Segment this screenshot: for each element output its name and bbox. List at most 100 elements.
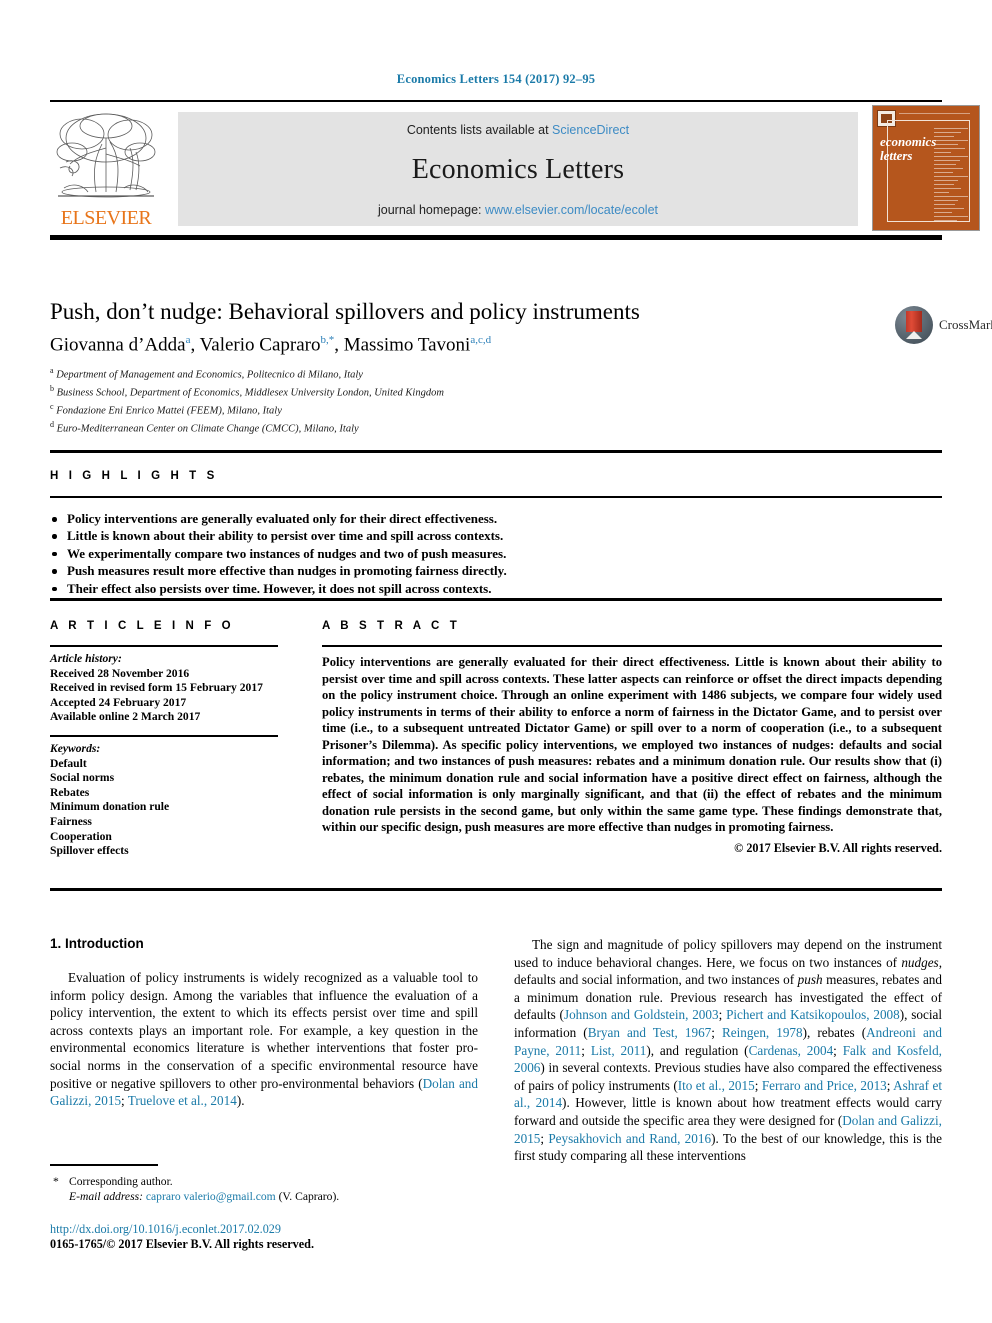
cover-title-line1: economics	[880, 134, 937, 149]
contents-label: Contents lists available at	[406, 123, 549, 137]
highlights-bottom-rule	[50, 598, 942, 601]
author-list: Giovanna d’Addaa, Valerio Caprarob,*, Ma…	[50, 334, 492, 356]
footnote-email-line: E-mail address: capraro valerio@gmail.co…	[50, 1189, 478, 1204]
cover-top-rule	[899, 113, 970, 114]
citation-link[interactable]: Ferraro and Price, 2013	[762, 1078, 887, 1093]
author-name: Giovanna d’Adda	[50, 334, 186, 356]
emphasis-push: push	[797, 972, 823, 988]
affiliation-mark: c	[50, 402, 54, 412]
citation-link[interactable]: Pichert and Katsikopoulos, 2008	[726, 1007, 900, 1022]
keywords-label: Keywords:	[50, 741, 101, 755]
citation-link[interactable]: Bryan and Test, 1967	[588, 1025, 712, 1040]
elsevier-tree-icon	[52, 108, 160, 204]
masthead-top-rule	[50, 100, 942, 102]
paragraph-text: ), rebates (	[802, 1024, 867, 1040]
list-item: We experimentally compare two instances …	[50, 545, 942, 562]
paragraph-text: Evaluation of policy instruments is wide…	[50, 970, 478, 1091]
journal-masthead: ELSEVIER Contents lists available at Sci…	[50, 104, 980, 231]
affiliation-text: Department of Management and Economics, …	[56, 369, 363, 381]
homepage-label: journal homepage:	[377, 203, 482, 217]
running-head: Economics Letters 154 (2017) 92–95	[396, 72, 596, 86]
highlights-heading: H I G H L I G H T S	[50, 470, 218, 482]
article-title-block: Push, don’t nudge: Behavioral spillovers…	[50, 298, 992, 436]
paragraph: Evaluation of policy instruments is wide…	[50, 970, 478, 1109]
cover-title: economics letters	[880, 135, 936, 163]
citation-link[interactable]: Reingen, 1978	[722, 1025, 803, 1040]
paragraph-text: The sign and magnitude of policy spillov…	[514, 937, 942, 970]
journal-homepage-line: journal homepage: www.elsevier.com/locat…	[178, 203, 858, 217]
cover-title-line2: letters	[880, 148, 913, 163]
history-item: Received in revised form 15 February 201…	[50, 681, 263, 695]
sciencedirect-link[interactable]: ScienceDirect	[552, 123, 629, 137]
page-title: Push, don’t nudge: Behavioral spillovers…	[50, 299, 640, 324]
crossmark-label: CrossMark	[939, 317, 992, 332]
affiliation-mark: b	[50, 384, 54, 394]
list-item: Their effect also persists over time. Ho…	[50, 580, 942, 597]
issn-copyright-line: 0165-1765/© 2017 Elsevier B.V. All right…	[50, 1237, 315, 1251]
keyword-item: Fairness	[50, 814, 92, 828]
abstract-section: A B S T R A C T Policy interventions are…	[322, 620, 942, 856]
title-block-rule	[50, 450, 942, 453]
citation-link[interactable]: Cardenas, 2004	[749, 1043, 834, 1058]
citation-link[interactable]: Ito et al., 2015	[678, 1078, 755, 1093]
keyword-item: Minimum donation rule	[50, 800, 170, 814]
homepage-link[interactable]: www.elsevier.com/locate/ecolet	[485, 203, 658, 217]
keyword-item: Cooperation	[50, 829, 112, 843]
keywords-group: Keywords: Default Social norms Rebates M…	[50, 737, 278, 859]
doi-link[interactable]: http://dx.doi.org/10.1016/j.econlet.2017…	[50, 1222, 550, 1237]
citation-link[interactable]: Johnson and Goldstein, 2003	[564, 1007, 719, 1022]
crossmark-badge[interactable]: CrossMark	[895, 306, 992, 346]
footnote-corresponding-text: Corresponding author.	[69, 1175, 173, 1188]
paper-page: Economics Letters 154 (2017) 92–95 ELSEV…	[0, 0, 992, 1323]
affiliation-item: a Department of Management and Economics…	[50, 364, 942, 382]
crossmark-icon	[895, 306, 933, 344]
footnote-rule	[50, 1164, 158, 1166]
affiliation-item: b Business School, Department of Economi…	[50, 382, 942, 400]
keyword-item: Social norms	[50, 771, 115, 785]
affiliation-text: Business School, Department of Economics…	[56, 387, 444, 399]
history-item: Accepted 24 February 2017	[50, 695, 187, 709]
footnote-corresponding: * Corresponding author.	[50, 1174, 478, 1189]
list-item: Policy interventions are generally evalu…	[50, 510, 942, 527]
highlights-list: Policy interventions are generally evalu…	[50, 498, 942, 597]
paragraph: The sign and magnitude of policy spillov…	[514, 937, 943, 1164]
footnote-asterisk: *	[53, 1175, 59, 1188]
emphasis-nudges: nudges	[901, 954, 939, 970]
journal-header-band: Contents lists available at ScienceDirec…	[178, 112, 858, 226]
paragraph-text: ), and regulation (	[646, 1042, 749, 1058]
journal-cover-thumbnail[interactable]: economics letters	[872, 105, 980, 231]
citation-link[interactable]: List, 2011	[591, 1043, 647, 1058]
journal-title: Economics Letters	[411, 154, 625, 185]
masthead-bottom-rule	[50, 235, 942, 240]
author-name: Massimo Tavoni	[343, 334, 471, 356]
keyword-item: Rebates	[50, 785, 90, 799]
email-link[interactable]: capraro valerio@gmail.com	[146, 1190, 276, 1203]
author-marks: b,*	[320, 334, 335, 346]
article-info-heading: A R T I C L E I N F O	[50, 620, 235, 632]
affiliation-mark: a	[50, 366, 54, 376]
keyword-item: Default	[50, 756, 87, 770]
elsevier-logo: ELSEVIER	[50, 108, 162, 230]
contents-line: Contents lists available at ScienceDirec…	[178, 123, 858, 137]
list-item: Little is known about their ability to p…	[50, 527, 942, 544]
author-marks: a,c,d	[470, 334, 492, 346]
history-item: Received 28 November 2016	[50, 666, 190, 680]
corresponding-author-footnote: * Corresponding author. E-mail address: …	[50, 1164, 478, 1204]
author-name: Valerio Capraro	[199, 334, 321, 356]
citation-link[interactable]: Peysakhovich and Rand, 2016	[548, 1131, 711, 1146]
list-item: Push measures result more effective than…	[50, 562, 942, 579]
body-column-right: The sign and magnitude of policy spillov…	[514, 936, 942, 1165]
cover-contents-lines	[934, 128, 968, 221]
abstract-bottom-rule	[50, 888, 942, 891]
author-marks: a	[185, 334, 191, 346]
affiliation-item: c Fondazione Eni Enrico Mattei (FEEM), M…	[50, 400, 942, 418]
email-owner: (V. Capraro).	[278, 1190, 340, 1203]
affiliation-text: Euro-Mediterranean Center on Climate Cha…	[56, 423, 359, 435]
affiliation-list: a Department of Management and Economics…	[50, 364, 942, 436]
abstract-heading: A B S T R A C T	[322, 620, 461, 632]
history-item: Available online 2 March 2017	[50, 710, 201, 724]
keyword-item: Spillover effects	[50, 844, 129, 858]
citation-link[interactable]: Truelove et al., 2014	[128, 1093, 237, 1108]
email-label: E-mail address:	[69, 1190, 143, 1203]
abstract-text: Policy interventions are generally evalu…	[322, 655, 942, 834]
